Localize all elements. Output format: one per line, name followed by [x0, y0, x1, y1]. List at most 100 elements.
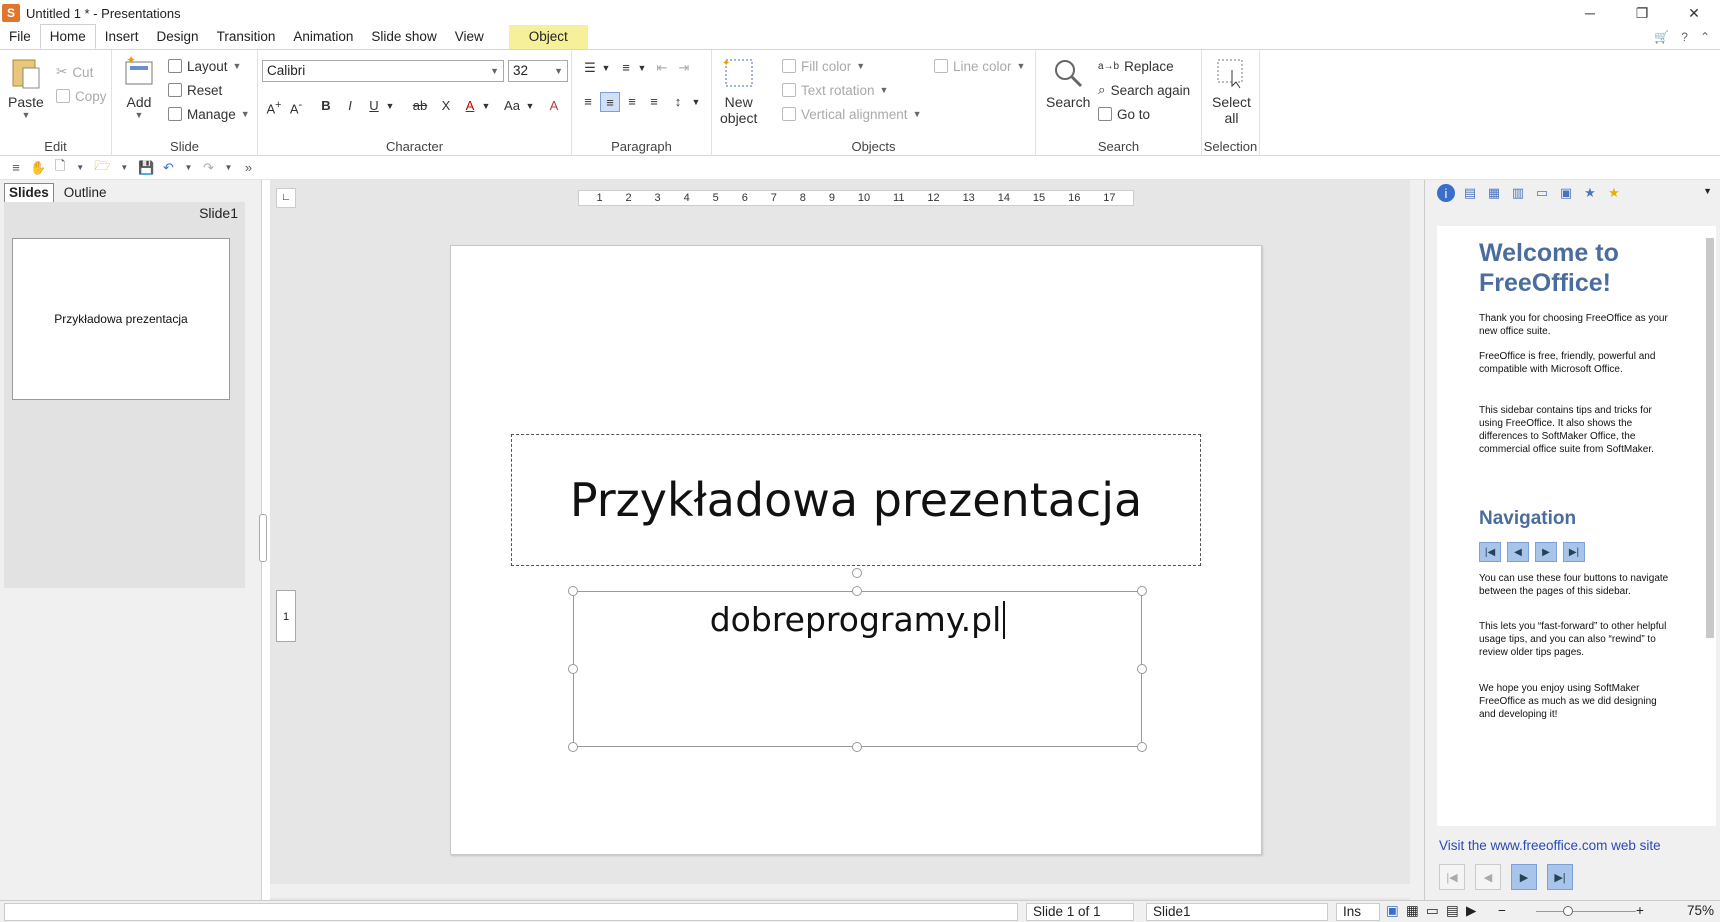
resize-handle[interactable] [852, 586, 862, 596]
line-spacing-icon[interactable]: ↕ [668, 92, 688, 112]
select-all-button[interactable]: Select all [1212, 56, 1251, 126]
go-to-button[interactable]: Go to [1098, 104, 1150, 124]
menu-transition[interactable]: Transition [208, 25, 285, 49]
shrink-font-icon[interactable]: A- [286, 95, 306, 116]
undo-icon[interactable]: ↶ [163, 160, 175, 176]
menu-animation[interactable]: Animation [284, 25, 362, 49]
chart-icon[interactable]: ▥ [1509, 184, 1527, 202]
chevron-down-icon[interactable]: ▼ [183, 163, 195, 172]
new-document-icon[interactable]: 🗋 [54, 157, 66, 179]
text-rotation-button[interactable]: Text rotation ▼ [782, 80, 888, 100]
vertical-alignment-button[interactable]: Vertical alignment ▼ [782, 104, 921, 124]
zoom-level[interactable]: 75% [1687, 903, 1714, 918]
tab-stop-selector[interactable]: ∟ [276, 188, 296, 208]
slides-panel-scrollbar[interactable] [245, 202, 257, 888]
justify-icon[interactable]: ≡ [644, 92, 664, 112]
objects-icon[interactable]: ▭ [1533, 184, 1551, 202]
favorites-icon[interactable]: ★ [1605, 184, 1623, 202]
menu-object[interactable]: Object [508, 25, 588, 49]
fill-color-button[interactable]: Fill color ▼ [782, 56, 865, 76]
manage-button[interactable]: Manage ▼ [168, 104, 250, 124]
zoom-in-icon[interactable]: + [1636, 903, 1644, 918]
chevron-down-icon[interactable]: ▼ [223, 163, 235, 172]
resize-handle[interactable] [1137, 586, 1147, 596]
slide-canvas[interactable]: Przykładowa prezentacja dobreprogramy.pl [450, 245, 1262, 855]
resize-handle[interactable] [568, 664, 578, 674]
cart-icon[interactable]: 🛒 [1654, 30, 1669, 44]
search-button[interactable]: Search [1046, 56, 1090, 110]
align-right-icon[interactable]: ≡ [622, 92, 642, 112]
line-color-button[interactable]: Line color ▼ [934, 56, 1025, 76]
close-button[interactable]: ✕ [1668, 0, 1720, 26]
hand-tool-icon[interactable]: ✋ [30, 160, 46, 176]
previous-page-button[interactable]: ◀ [1475, 864, 1501, 890]
menu-file[interactable]: File [0, 25, 40, 49]
resize-handle[interactable] [1137, 742, 1147, 752]
freeoffice-website-link[interactable]: Visit the www.freeoffice.com web site [1439, 838, 1661, 853]
resize-handle[interactable] [852, 742, 862, 752]
next-page-button[interactable]: ▶ [1511, 864, 1537, 890]
tab-outline[interactable]: Outline [53, 183, 117, 202]
sidebar-scrollbar-thumb[interactable] [1706, 238, 1714, 638]
italic-icon[interactable]: I [340, 96, 360, 116]
slide-thumbnail[interactable]: Przykładowa prezentacja [12, 238, 230, 400]
menu-home[interactable]: Home [39, 24, 96, 49]
handout-view-icon[interactable]: ▤ [1446, 903, 1459, 919]
menu-slide-show[interactable]: Slide show [362, 25, 445, 49]
normal-view-icon[interactable]: ▣ [1386, 903, 1399, 919]
open-folder-icon[interactable]: 🗁 [94, 157, 110, 179]
last-page-button[interactable]: ▶| [1547, 864, 1573, 890]
slide-title-placeholder[interactable]: Przykładowa prezentacja [511, 434, 1201, 566]
change-case-icon[interactable]: Aa [502, 96, 522, 116]
save-icon[interactable]: 💾 [138, 160, 154, 176]
decrease-indent-icon[interactable]: ⇤ [652, 58, 672, 78]
menu-design[interactable]: Design [148, 25, 208, 49]
align-center-icon[interactable]: ≡ [600, 92, 620, 112]
chevron-down-icon[interactable]: ▼ [686, 92, 706, 112]
zoom-slider-knob[interactable] [1563, 906, 1573, 916]
help-icon[interactable]: ? [1681, 30, 1688, 44]
add-slide-button[interactable]: ✦ Add ▼ [122, 53, 156, 120]
chevron-down-icon[interactable]: ▼ [632, 58, 652, 78]
chevron-down-icon[interactable]: ▼ [380, 96, 400, 116]
picture-icon[interactable]: ▣ [1557, 184, 1575, 202]
clear-format-icon[interactable]: X [436, 96, 456, 116]
editor-vertical-scrollbar[interactable] [1410, 180, 1424, 900]
font-size-select[interactable]: 32 ▼ [508, 60, 568, 82]
chevron-down-icon[interactable]: ▼ [476, 96, 496, 116]
slide-sorter-icon[interactable]: ▦ [1406, 903, 1419, 919]
new-object-button[interactable]: ✦ New object [720, 56, 757, 126]
font-family-select[interactable]: Calibri ▼ [262, 60, 504, 82]
info-icon[interactable]: i [1437, 184, 1455, 202]
resize-handle[interactable] [568, 742, 578, 752]
slide-subtitle-placeholder[interactable]: dobreprogramy.pl [573, 591, 1142, 747]
align-left-icon[interactable]: ≡ [578, 92, 598, 112]
chevron-down-icon[interactable]: ▼ [74, 163, 86, 172]
cut-button[interactable]: ✂ Cut [56, 62, 93, 82]
increase-indent-icon[interactable]: ⇥ [674, 58, 694, 78]
zoom-slider[interactable] [1536, 911, 1636, 912]
menu-insert[interactable]: Insert [96, 25, 148, 49]
left-panel-splitter-handle[interactable] [259, 514, 267, 562]
tab-slides[interactable]: Slides [4, 183, 54, 202]
rotate-handle[interactable] [852, 568, 862, 578]
styles-icon[interactable]: ▦ [1485, 184, 1503, 202]
resize-handle[interactable] [1137, 664, 1147, 674]
minimize-button[interactable]: ─ [1564, 0, 1616, 26]
chevron-down-icon[interactable]: ▼ [520, 96, 540, 116]
replace-button[interactable]: a→b Replace [1098, 56, 1174, 76]
slideshow-icon[interactable]: ▶ [1466, 903, 1476, 919]
status-insert-mode[interactable]: Ins [1336, 903, 1380, 921]
collapse-ribbon-icon[interactable]: ⌃ [1700, 30, 1710, 44]
slides-panel-hscrollbar[interactable] [0, 886, 246, 900]
notes-view-icon[interactable]: ▭ [1426, 903, 1439, 919]
first-page-button[interactable]: |◀ [1439, 864, 1465, 890]
restore-button[interactable]: ❐ [1616, 0, 1668, 26]
copy-button[interactable]: Copy [56, 86, 107, 106]
character-style-icon[interactable]: A [544, 96, 564, 116]
hamburger-menu-icon[interactable]: ≡ [10, 160, 22, 175]
paste-button[interactable]: Paste ▼ [8, 56, 44, 120]
zoom-out-icon[interactable]: − [1498, 903, 1506, 918]
grow-font-icon[interactable]: A+ [264, 95, 284, 116]
sidebar-scrollbar[interactable] [1704, 226, 1716, 826]
